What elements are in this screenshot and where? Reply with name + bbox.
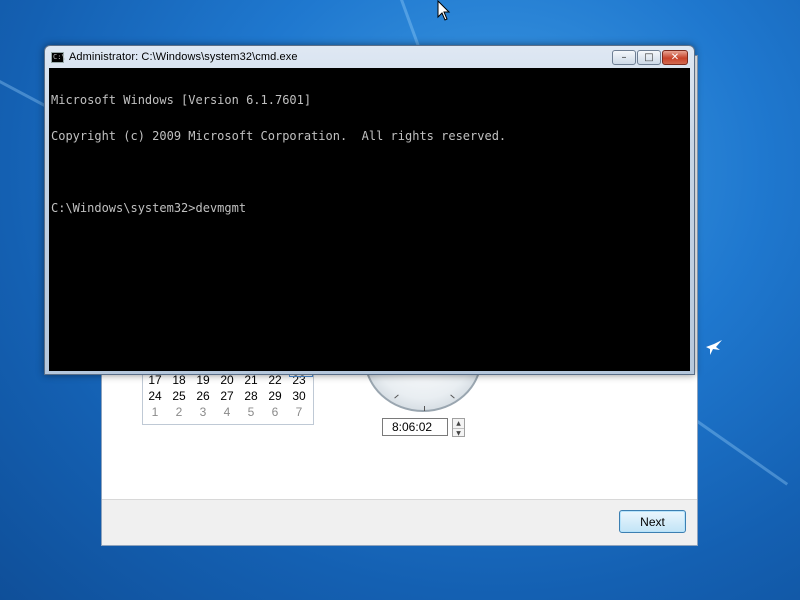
clock-tick	[424, 406, 425, 411]
time-field[interactable]: 8:06:02	[382, 418, 448, 436]
caption-buttons: – □ ✕	[611, 50, 688, 65]
console-line: Copyright (c) 2009 Microsoft Corporation…	[51, 129, 507, 143]
calendar-day[interactable]: 6	[263, 404, 287, 420]
cmd-icon[interactable]: C:\	[51, 52, 66, 63]
calendar-day[interactable]: 25	[167, 388, 191, 404]
calendar: 17 18 19 20 21 22 23 24 25 26 27 28 29 3…	[142, 372, 314, 425]
wallpaper-beam	[696, 420, 789, 486]
console-line: Microsoft Windows [Version 6.1.7601]	[51, 93, 312, 107]
calendar-day[interactable]: 1	[143, 404, 167, 420]
calendar-day[interactable]: 30	[287, 388, 311, 404]
cmd-window[interactable]: C:\ Administrator: C:\Windows\system32\c…	[44, 45, 695, 375]
close-button[interactable]: ✕	[662, 50, 688, 65]
mouse-cursor-icon	[437, 0, 451, 21]
calendar-day[interactable]: 24	[143, 388, 167, 404]
calendar-day[interactable]: 3	[191, 404, 215, 420]
setup-footer: Next	[102, 499, 697, 545]
calendar-row-next-month: 1 2 3 4 5 6 7	[143, 404, 313, 420]
calendar-day[interactable]: 7	[287, 404, 311, 420]
calendar-day[interactable]: 4	[215, 404, 239, 420]
spinner-down-icon[interactable]: ▼	[453, 429, 464, 438]
calendar-day[interactable]: 2	[167, 404, 191, 420]
cmd-window-title: Administrator: C:\Windows\system32\cmd.e…	[69, 51, 298, 63]
time-spinner[interactable]: ▲ ▼	[452, 418, 465, 437]
next-button[interactable]: Next	[619, 510, 686, 533]
calendar-day[interactable]: 29	[263, 388, 287, 404]
calendar-day[interactable]: 26	[191, 388, 215, 404]
console-output[interactable]: Microsoft Windows [Version 6.1.7601] Cop…	[49, 68, 690, 371]
console-prompt-line[interactable]: C:\Windows\system32>devmgmt	[51, 202, 688, 214]
calendar-day[interactable]: 28	[239, 388, 263, 404]
bird-icon	[706, 340, 722, 355]
minimize-button[interactable]: –	[612, 50, 636, 65]
clock-tick	[450, 394, 455, 399]
spinner-up-icon[interactable]: ▲	[453, 419, 464, 429]
calendar-day[interactable]: 27	[215, 388, 239, 404]
clock-tick	[394, 394, 399, 399]
calendar-row: 24 25 26 27 28 29 30	[143, 388, 313, 404]
maximize-button[interactable]: □	[637, 50, 661, 65]
calendar-day[interactable]: 5	[239, 404, 263, 420]
